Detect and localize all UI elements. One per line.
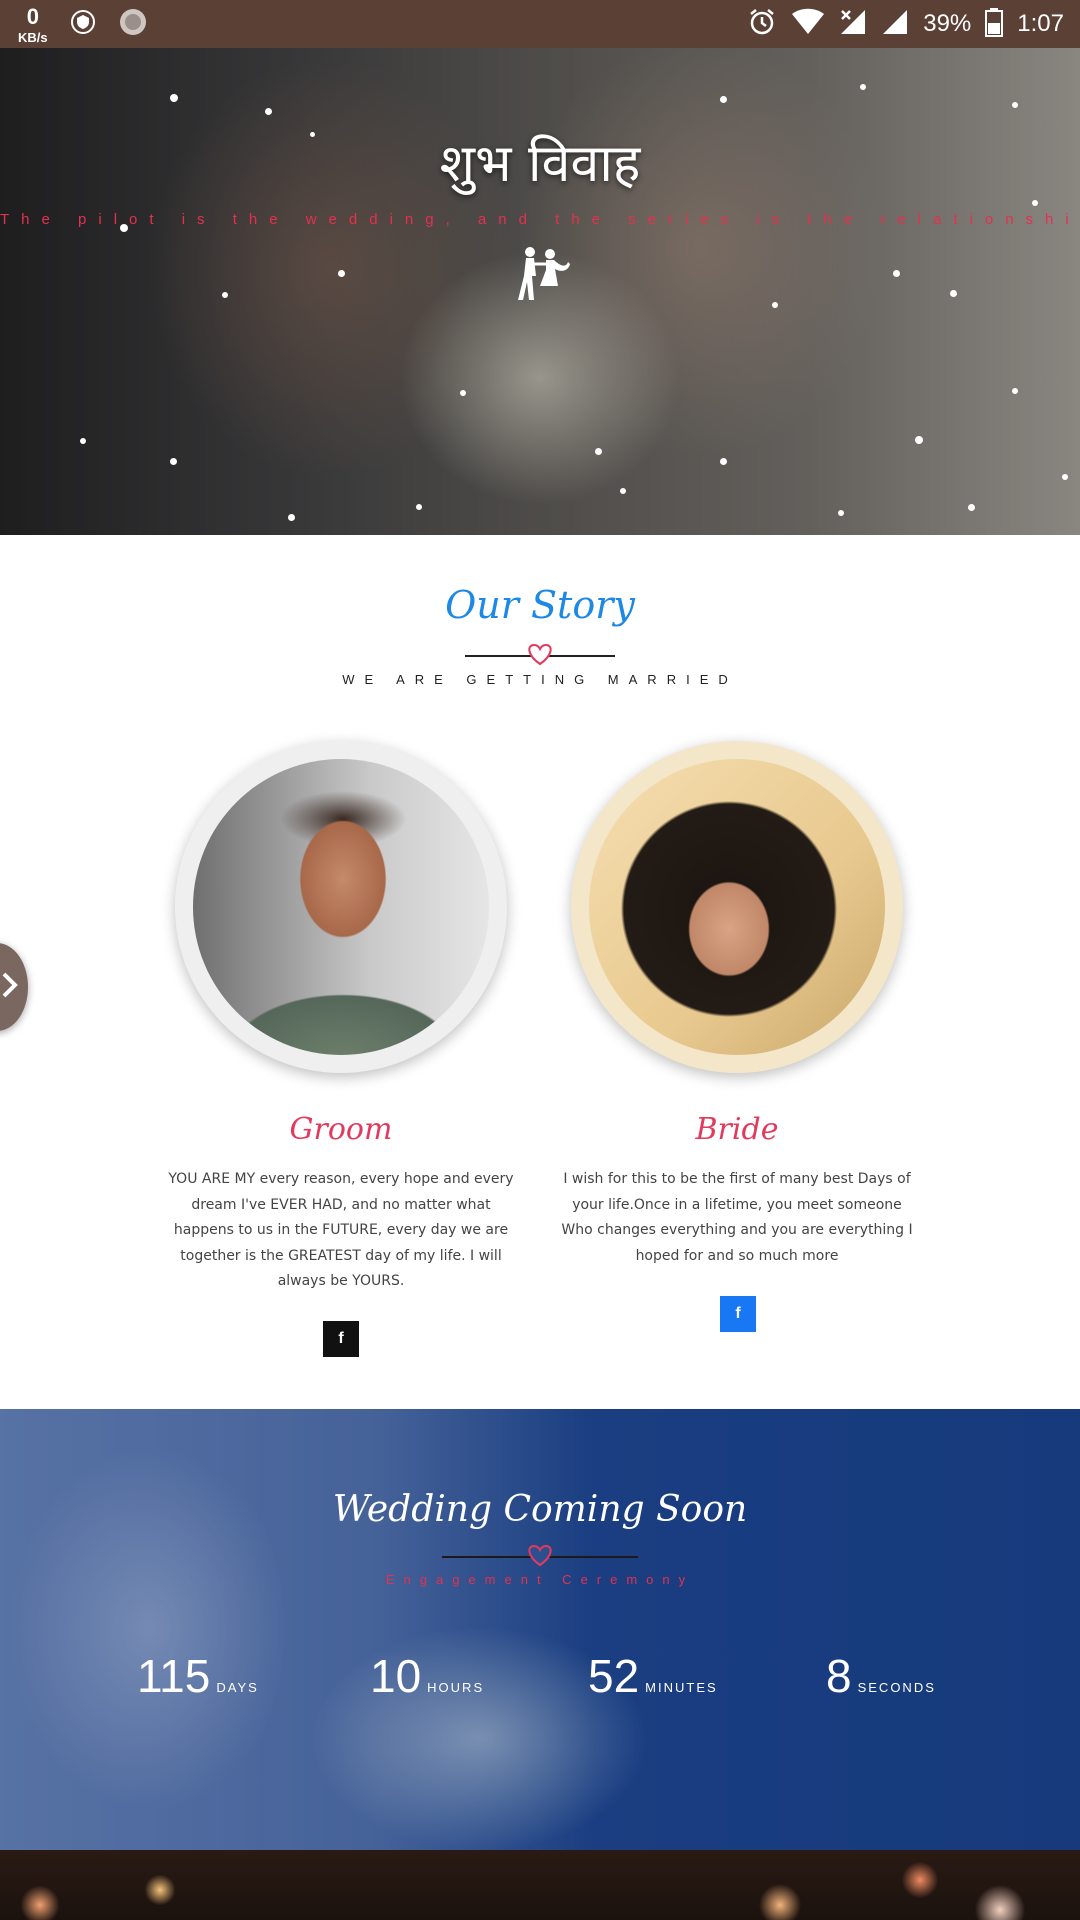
- hours-label: HOURS: [427, 1680, 485, 1695]
- minutes-label: MINUTES: [645, 1680, 718, 1695]
- chevron-right-icon: [0, 970, 20, 1004]
- clock: 1:07: [1017, 10, 1064, 37]
- bride-name: Bride: [695, 1112, 779, 1147]
- hours-value: 10: [370, 1650, 422, 1702]
- facebook-icon: f: [735, 1305, 741, 1322]
- network-speed-unit: KB/s: [18, 29, 48, 45]
- countdown-minutes: 52 MINUTES: [588, 1649, 718, 1703]
- countdown-seconds: 8 SECONDS: [826, 1649, 936, 1703]
- alarm-icon: [747, 7, 777, 41]
- signal-no-data-icon: [839, 8, 867, 40]
- our-story-title: Our Story: [445, 583, 635, 627]
- countdown-subtitle: Engagement Ceremony: [385, 1572, 695, 1587]
- hero-banner: शुभ विवाह The pilot is the wedding, and …: [0, 48, 1080, 535]
- network-speed-value: 0: [26, 3, 39, 29]
- bride-text: I wish for this to be the first of many …: [561, 1171, 913, 1264]
- countdown-section: Wedding Coming Soon Engagement Ceremony …: [0, 1409, 1080, 1850]
- bride-photo: [571, 741, 903, 1073]
- story-subtitle: WE ARE GETTING MARRIED: [342, 672, 738, 687]
- hero-title: शुभ विवाह: [439, 134, 641, 194]
- wifi-icon: [791, 8, 825, 40]
- groom-text: YOU ARE MY every reason, every hope and …: [168, 1171, 514, 1289]
- network-speed: 0 KB/s: [18, 4, 48, 45]
- groom-facebook-button[interactable]: f: [323, 1321, 359, 1357]
- shield-icon: [70, 9, 96, 39]
- heart-divider: [0, 642, 1080, 666]
- app-notification-icon: [118, 7, 148, 41]
- days-value: 115: [137, 1650, 211, 1702]
- battery-percent: 39%: [923, 10, 972, 37]
- next-section-banner: [0, 1850, 1080, 1920]
- countdown-hours: 10 HOURS: [370, 1649, 484, 1703]
- countdown-title: Wedding Coming Soon: [332, 1489, 748, 1530]
- facebook-icon: f: [338, 1330, 344, 1347]
- signal-icon: [881, 8, 909, 40]
- dancing-couple-icon: [0, 242, 1080, 306]
- minutes-value: 52: [588, 1650, 640, 1702]
- groom-name: Groom: [289, 1112, 393, 1147]
- seconds-value: 8: [826, 1650, 852, 1702]
- hero-tagline: The pilot is the wedding, and the series…: [0, 211, 1080, 228]
- battery-icon: [985, 7, 1004, 41]
- days-label: DAYS: [216, 1680, 259, 1695]
- next-arrow-button[interactable]: [0, 943, 28, 1031]
- heart-divider: [0, 1543, 1080, 1567]
- bride-facebook-button[interactable]: f: [720, 1296, 756, 1332]
- groom-photo: [175, 741, 507, 1073]
- countdown-days: 115 DAYS: [137, 1649, 259, 1703]
- seconds-label: SECONDS: [857, 1680, 936, 1695]
- status-bar: 0 KB/s 39% 1:07: [0, 0, 1080, 48]
